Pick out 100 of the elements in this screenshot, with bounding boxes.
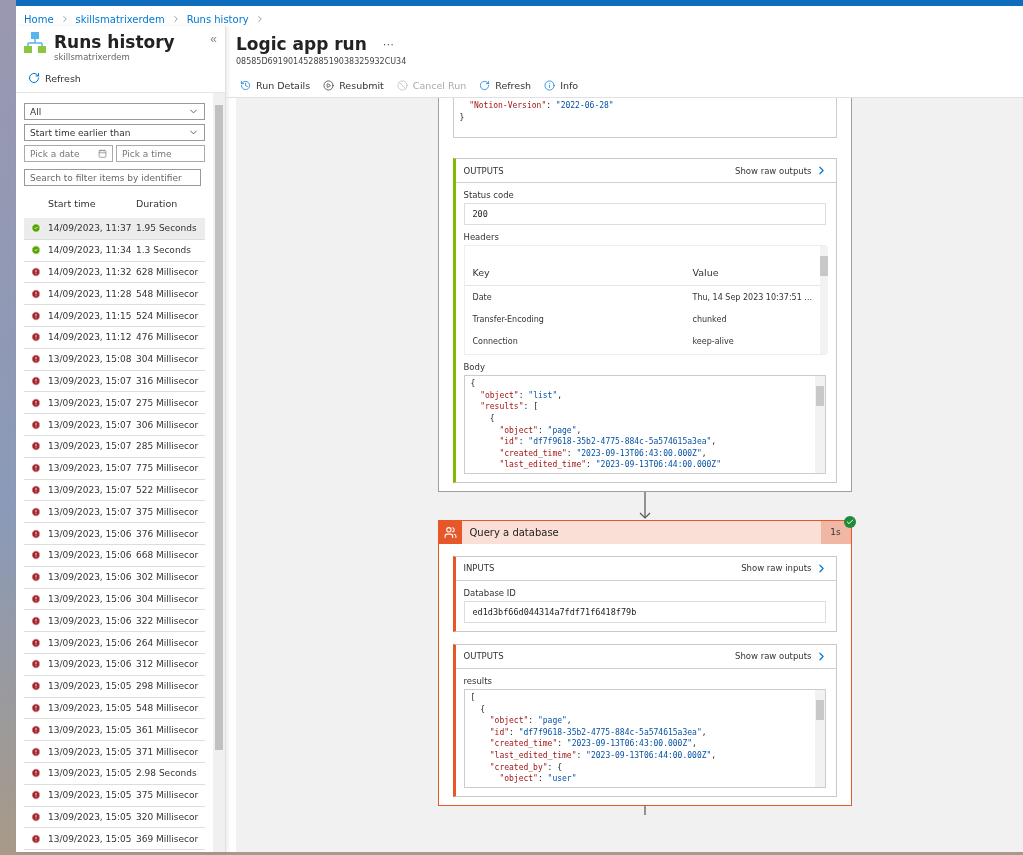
duration-cell-text: 275 Millisecor: [136, 397, 200, 408]
duration-cell-text: 548 Millisecor: [136, 288, 200, 299]
duration-cell-text: 1.3 Seconds: [136, 245, 192, 256]
code-line: "Notion-Version": "2022-06-28": [468, 100, 615, 112]
info-icon: [544, 80, 556, 91]
run-row[interactable]: 14/09/2023, 11:37 1.95 Seconds: [24, 218, 205, 240]
run-row[interactable]: 13/09/2023, 15:07 306 Millisecor: [24, 414, 205, 436]
run-row[interactable]: 13/09/2023, 15:06 302 Millisecor: [24, 566, 205, 589]
run-row[interactable]: 14/09/2023, 11:32 628 Millisecor: [24, 261, 205, 284]
show-raw-link[interactable]: Show raw outputs: [735, 649, 828, 663]
run-row[interactable]: 13/09/2023, 15:05 548 Millisecor: [24, 697, 205, 720]
code-line: {: [488, 412, 496, 425]
run-row[interactable]: 13/09/2023, 15:05 298 Millisecor: [24, 675, 205, 698]
field-label: Headers: [463, 232, 500, 243]
toolbar-button[interactable]: Refresh: [479, 80, 532, 91]
run-row[interactable]: 13/09/2023, 15:07 375 Millisecor: [24, 501, 205, 524]
start-time-cell-text: 13/09/2023, 15:06: [48, 572, 133, 583]
start-time-cell-text: 13/09/2023, 15:05: [48, 833, 133, 844]
date-field[interactable]: Pick a date: [24, 145, 113, 162]
run-row[interactable]: 13/09/2023, 15:07 775 Millisecor: [24, 457, 205, 480]
duration-cell-text: 316 Millisecor: [136, 375, 200, 386]
run-row[interactable]: 13/09/2023, 15:05 361 Millisecor: [24, 719, 205, 742]
run-row[interactable]: 13/09/2023, 15:05 371 Millisecor: [24, 741, 205, 763]
table-cell-text: Date: [472, 292, 493, 302]
duration-cell-text: 668 Millisecor: [136, 550, 200, 561]
field-label: results: [463, 675, 493, 686]
toolbar-button[interactable]: Resubmit: [323, 80, 384, 91]
start-time-cell-text: 13/09/2023, 15:05: [48, 702, 133, 713]
toolbar-button[interactable]: Run Details: [240, 80, 311, 91]
field-label: Status code: [463, 190, 515, 201]
run-row[interactable]: 14/09/2023, 11:34 1.3 Seconds: [24, 239, 205, 262]
code-line: }: [459, 111, 466, 124]
status-dropdown[interactable]: All: [24, 103, 205, 120]
breadcrumb-link[interactable]: Runs history: [186, 13, 249, 25]
start-time-cell-text: 13/09/2023, 15:07: [48, 463, 133, 474]
start-time-cell-text: 13/09/2023, 15:05: [48, 746, 133, 757]
refresh-icon: [28, 72, 40, 84]
code-view[interactable]: { "object": "list", "results": [ { "object": "page", "id": "df7f9618-35b2-4775-884c-5a574615a3ea", "created_time": "2023-09-13T06:43:00.000Z", "last_edited_time": "2023-09-13T06:44:00.000Z": [463, 375, 826, 474]
run-row[interactable]: 13/09/2023, 15:08 304 Millisecor: [24, 348, 205, 371]
action-title: Query a database: [468, 526, 560, 538]
duration-cell-text: 775 Millisecor: [136, 463, 200, 474]
run-row[interactable]: 14/09/2023, 11:15 524 Millisecor: [24, 305, 205, 327]
history-icon: [240, 80, 251, 91]
run-row[interactable]: 13/09/2023, 15:06 312 Millisecor: [24, 653, 205, 676]
run-row[interactable]: 14/09/2023, 11:12 476 Millisecor: [24, 327, 205, 349]
table-cell: Thu, 14 Sep 2023 10:37:51 ...: [692, 292, 812, 302]
start-time-cell-text: 14/09/2023, 11:37: [48, 223, 133, 234]
duration-cell-text: 285 Millisecor: [136, 441, 200, 452]
run-row[interactable]: 13/09/2023, 15:05 2.98 Seconds: [24, 762, 205, 785]
code-line: "id": "df7f9618-35b2-4775-884c-5a574615a3ea",: [498, 436, 718, 448]
time-field[interactable]: Pick a time: [116, 145, 205, 162]
run-row[interactable]: 13/09/2023, 15:07 316 Millisecor: [24, 370, 205, 393]
calendar-icon: [98, 149, 107, 158]
code-line: "object": "list",: [479, 389, 564, 402]
run-row[interactable]: 13/09/2023, 15:06 668 Millisecor: [24, 544, 205, 567]
code-line: "created_time": "2023-09-13T06:43:00.000Z",: [488, 738, 698, 750]
code-line: "results": [: [479, 401, 539, 413]
duration-cell-text: 304 Millisecor: [136, 354, 200, 365]
start-time-cell-text: 14/09/2023, 11:12: [48, 332, 133, 343]
run-row[interactable]: 13/09/2023, 15:07 275 Millisecor: [24, 392, 205, 415]
run-row[interactable]: 13/09/2023, 15:05 320 Millisecor: [24, 806, 205, 829]
start-time-cell-text: 13/09/2023, 15:07: [48, 484, 133, 495]
show-raw-link[interactable]: Show raw outputs: [735, 164, 828, 178]
show-raw-link[interactable]: Show raw inputs: [741, 561, 828, 575]
start-time-cell-text: 13/09/2023, 15:06: [48, 659, 133, 670]
code-view[interactable]: [ { "object": "page", "id": "df7f9618-35b2-4775-884c-5a574615a3ea", "created_time": "2023-09-13T06:43:00.000Z", "last_edited_time": "2023-09-13T06:44:00.000Z", "created_by": { "object": "user": [463, 688, 826, 788]
run-row[interactable]: 14/09/2023, 11:28 548 Millisecor: [24, 283, 205, 306]
duration-cell-text: 524 Millisecor: [136, 310, 200, 321]
table-cell-text: chunked: [692, 314, 728, 324]
table-cell-text: Connection: [472, 336, 519, 346]
duration-cell-text: 2.98 Seconds: [136, 768, 198, 779]
hierarchy-icon: [24, 32, 46, 54]
code-view[interactable]: "Notion-Version": "2022-06-28" }: [452, 98, 837, 139]
run-row[interactable]: 13/09/2023, 15:05 369 Millisecor: [24, 828, 205, 851]
run-row[interactable]: 13/09/2023, 15:06 304 Millisecor: [24, 588, 205, 611]
start-time-cell-text: 13/09/2023, 15:05: [48, 724, 133, 735]
play-circle-icon: [323, 80, 335, 91]
more-button[interactable]: ···: [382, 38, 394, 50]
time-filter-dropdown[interactable]: Start time earlier than: [24, 124, 205, 141]
code-line: "object": "page",: [498, 424, 583, 437]
run-row[interactable]: 13/09/2023, 15:06 322 Millisecor: [24, 610, 205, 633]
run-row[interactable]: 13/09/2023, 15:07 522 Millisecor: [24, 479, 205, 502]
run-row[interactable]: 13/09/2023, 15:05 375 Millisecor: [24, 784, 205, 807]
start-time-cell-text: 13/09/2023, 15:07: [48, 375, 133, 386]
search-field[interactable]: Search to filter items by identifier: [24, 169, 201, 186]
run-row[interactable]: 13/09/2023, 15:06 376 Millisecor: [24, 523, 205, 545]
connector-arrow: [637, 491, 652, 520]
duration-label: 1s: [820, 520, 851, 544]
run-row[interactable]: 13/09/2023, 15:06 264 Millisecor: [24, 632, 205, 654]
table-cell-text: keep-alive: [692, 336, 735, 346]
refresh-button[interactable]: Refresh: [28, 72, 81, 84]
field-label: Database ID: [463, 587, 517, 598]
run-row[interactable]: 13/09/2023, 15:07 285 Millisecor: [24, 435, 205, 458]
breadcrumb-link[interactable]: skillsmatrixerdem: [75, 13, 165, 25]
breadcrumb-link[interactable]: Home: [24, 13, 54, 25]
toolbar-button[interactable]: Info: [544, 80, 579, 91]
duration-cell-text: 306 Millisecor: [136, 419, 200, 430]
duration-cell-text: 628 Millisecor: [136, 267, 200, 277]
duration-cell-text: 312 Millisecor: [136, 659, 200, 670]
collapse-button[interactable]: «: [210, 32, 217, 46]
